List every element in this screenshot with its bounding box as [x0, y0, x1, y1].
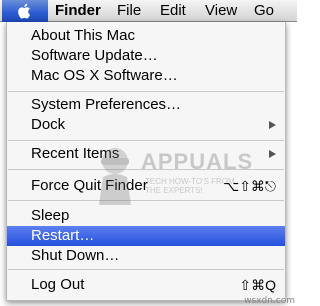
menu-item-label: Shut Down…: [31, 247, 120, 264]
menu-separator: [8, 91, 284, 92]
menu-item-label: Dock: [31, 116, 66, 133]
menu-item-about-this-mac[interactable]: About This Mac: [7, 26, 285, 46]
menu-item-software-update[interactable]: Software Update…: [7, 46, 285, 66]
menu-item-label: About This Mac: [31, 27, 135, 44]
credit-text: wsxdn.com: [244, 296, 295, 306]
menubar-file[interactable]: File: [117, 2, 141, 20]
menu-item-label: Software Update…: [31, 47, 158, 64]
apple-logo-icon: [18, 3, 30, 19]
menu-item-dock[interactable]: Dock: [7, 115, 285, 135]
menubar-go[interactable]: Go: [254, 2, 274, 20]
menu-item-system-preferences[interactable]: System Preferences…: [7, 95, 285, 115]
watermark-subtitle-line1: TECH HOW-TO'S FROM: [145, 177, 235, 186]
appuals-watermark: APPUALS TECH HOW-TO'S FROM THE EXPERTS!: [93, 145, 283, 215]
menu-item-label: System Preferences…: [31, 96, 182, 113]
menu-item-label: Mac OS X Software…: [31, 67, 178, 84]
mascot-icon: [99, 148, 131, 205]
watermark-subtitle-line2: THE EXPERTS!: [145, 186, 203, 195]
menu-item-log-out[interactable]: Log Out ⇧⌘Q: [7, 275, 285, 295]
menu-item-label: Sleep: [31, 207, 70, 224]
menu-item-label: Log Out: [31, 276, 85, 293]
menu-item-mac-os-x-software[interactable]: Mac OS X Software…: [7, 66, 285, 86]
menubar-edit[interactable]: Edit: [160, 2, 186, 20]
menu-item-label: Restart…: [31, 227, 95, 244]
apple-menu-button[interactable]: [2, 0, 48, 22]
submenu-arrow-icon: [269, 121, 276, 129]
menu-separator: [8, 269, 284, 270]
menu-item-shut-down[interactable]: Shut Down…: [7, 246, 285, 266]
log-out-shortcut: ⇧⌘Q: [239, 277, 276, 293]
watermark-subtitle: TECH HOW-TO'S FROM THE EXPERTS!: [145, 177, 235, 195]
menu-separator: [8, 140, 284, 141]
menubar-finder[interactable]: Finder: [55, 2, 101, 20]
menubar-view[interactable]: View: [205, 2, 237, 20]
menu-item-restart[interactable]: Restart…: [7, 226, 285, 246]
watermark-title: APPUALS: [141, 149, 254, 174]
menu-bar: Finder File Edit View Go: [0, 0, 297, 22]
